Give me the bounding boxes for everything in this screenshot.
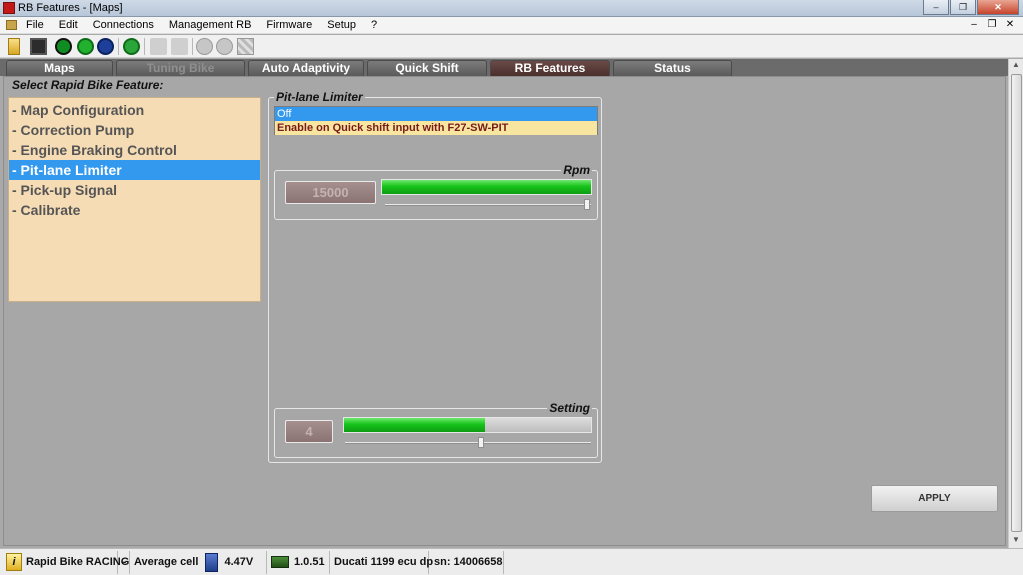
status-average-cell-label: Average cell: [134, 556, 199, 568]
toolbar-separator: [118, 38, 119, 55]
setting-label: Setting: [547, 401, 592, 415]
feature-item-map-configuration[interactable]: - Map Configuration: [9, 100, 260, 120]
mdi-restore-icon[interactable]: ❐: [985, 19, 999, 30]
status-voltage: 4.47V: [224, 556, 254, 568]
menu-edit[interactable]: Edit: [59, 19, 78, 31]
main-panel: Select Rapid Bike Feature: - Map Configu…: [3, 76, 1006, 546]
status-average-cell: Average cell 4.47V: [132, 551, 267, 574]
zoom-out-icon[interactable]: [216, 38, 233, 55]
pit-lane-options-list: Off Enable on Quick shift input with F27…: [274, 106, 598, 135]
apply-button[interactable]: APPLY: [871, 485, 998, 512]
scroll-thumb[interactable]: [1011, 74, 1022, 532]
menu-connections[interactable]: Connections: [93, 19, 154, 31]
save-icon[interactable]: [30, 38, 47, 55]
tab-maps[interactable]: Maps: [6, 60, 113, 76]
menu-management-rb[interactable]: Management RB: [169, 19, 252, 31]
rpm-label: Rpm: [561, 163, 592, 177]
close-icon[interactable]: ✕: [977, 0, 1019, 15]
minimize-icon[interactable]: –: [923, 0, 949, 15]
disconnect-icon[interactable]: [55, 38, 72, 55]
menu-file[interactable]: File: [26, 19, 44, 31]
menu-items: File Edit Connections Management RB Firm…: [26, 19, 392, 31]
memory-chip-icon: [271, 556, 289, 569]
mdi-minimize-icon[interactable]: –: [967, 19, 981, 30]
title-bar: RB Features - [Maps] – ❐ ✕: [0, 0, 1023, 17]
status-version-value: 1.0.51: [294, 556, 325, 568]
zoom-in-icon[interactable]: [196, 38, 213, 55]
feature-item-calibrate[interactable]: - Calibrate: [9, 200, 260, 220]
download-icon[interactable]: [123, 38, 140, 55]
scroll-down-icon[interactable]: ▼: [1011, 535, 1021, 547]
rpm-bar-fill: [382, 180, 591, 194]
mdi-close-icon[interactable]: ✕: [1003, 19, 1017, 30]
rpm-slider-thumb[interactable]: [584, 199, 590, 210]
feature-item-correction-pump[interactable]: - Correction Pump: [9, 120, 260, 140]
setting-bar-fill: [344, 418, 485, 432]
setting-group: Setting 4: [274, 402, 598, 458]
toolbar-separator: [192, 38, 193, 55]
pit-lane-limiter-group: Pit-lane Limiter Off Enable on Quick shi…: [268, 91, 602, 463]
option-off[interactable]: Off: [275, 107, 597, 121]
toolbar: [0, 35, 1023, 58]
setting-slider-track[interactable]: [345, 442, 591, 444]
setting-value-box[interactable]: 4: [285, 420, 333, 443]
setting-slider-thumb[interactable]: [478, 437, 484, 448]
toolbar-separator: [144, 38, 145, 55]
tab-auto-adaptivity[interactable]: Auto Adaptivity: [248, 60, 364, 76]
feature-item-engine-braking-control[interactable]: - Engine Braking Control: [9, 140, 260, 160]
setting-bar: [343, 417, 592, 433]
status-serial: sn: 14006658: [431, 551, 504, 574]
tab-quick-shift[interactable]: Quick Shift: [367, 60, 487, 76]
tab-status[interactable]: Status: [613, 60, 732, 76]
window-title: RB Features - [Maps]: [18, 2, 123, 14]
open-folder-icon[interactable]: [8, 38, 20, 55]
info-icon: i: [6, 553, 22, 572]
tab-tuning-bike[interactable]: Tuning Bike: [116, 60, 245, 76]
feature-item-pit-lane-limiter[interactable]: - Pit-lane Limiter: [9, 160, 260, 180]
tab-rb-features[interactable]: RB Features: [490, 60, 610, 76]
bluetooth-icon[interactable]: [97, 38, 114, 55]
vertical-scrollbar[interactable]: ▲ ▼: [1008, 59, 1023, 548]
status-version: 1.0.51: [269, 551, 330, 574]
grid-icon[interactable]: [237, 38, 254, 55]
feature-list: - Map Configuration - Correction Pump - …: [8, 97, 261, 302]
status-product: i Rapid Bike RACING: [2, 551, 129, 574]
document-icon[interactable]: [6, 20, 17, 30]
menu-help[interactable]: ?: [371, 19, 377, 31]
connect-icon[interactable]: [77, 38, 94, 55]
menu-firmware[interactable]: Firmware: [266, 19, 312, 31]
option-enable-quick-shift[interactable]: Enable on Quick shift input with F27-SW-…: [275, 121, 597, 135]
scroll-up-icon[interactable]: ▲: [1011, 60, 1021, 72]
rpm-group: Rpm 15000: [274, 164, 598, 220]
app-icon: [3, 2, 15, 14]
redo-arrow-icon[interactable]: [171, 38, 188, 55]
mdi-controls: – ❐ ✕: [963, 19, 1017, 30]
battery-icon: [205, 552, 219, 572]
menu-bar: File Edit Connections Management RB Firm…: [0, 17, 1023, 34]
pit-lane-limiter-title: Pit-lane Limiter: [274, 90, 365, 104]
status-bar: i Rapid Bike RACING - Average cell 4.47V …: [0, 548, 1023, 575]
feature-item-pick-up-signal[interactable]: - Pick-up Signal: [9, 180, 260, 200]
status-product-label: Rapid Bike RACING: [26, 556, 130, 568]
undo-arrow-icon[interactable]: [150, 38, 167, 55]
tab-strip: Maps Tuning Bike Auto Adaptivity Quick S…: [0, 59, 1008, 76]
rpm-value-box[interactable]: 15000: [285, 181, 376, 204]
status-separator: -: [120, 551, 130, 574]
rpm-slider-track[interactable]: [385, 204, 591, 206]
window-controls: – ❐ ✕: [922, 0, 1019, 15]
status-ecu: Ducati 1199 ecu dp: [332, 551, 433, 574]
feature-list-heading: Select Rapid Bike Feature:: [12, 78, 164, 92]
restore-icon[interactable]: ❐: [950, 0, 976, 15]
menu-setup[interactable]: Setup: [327, 19, 356, 31]
rpm-bar: [381, 179, 592, 195]
